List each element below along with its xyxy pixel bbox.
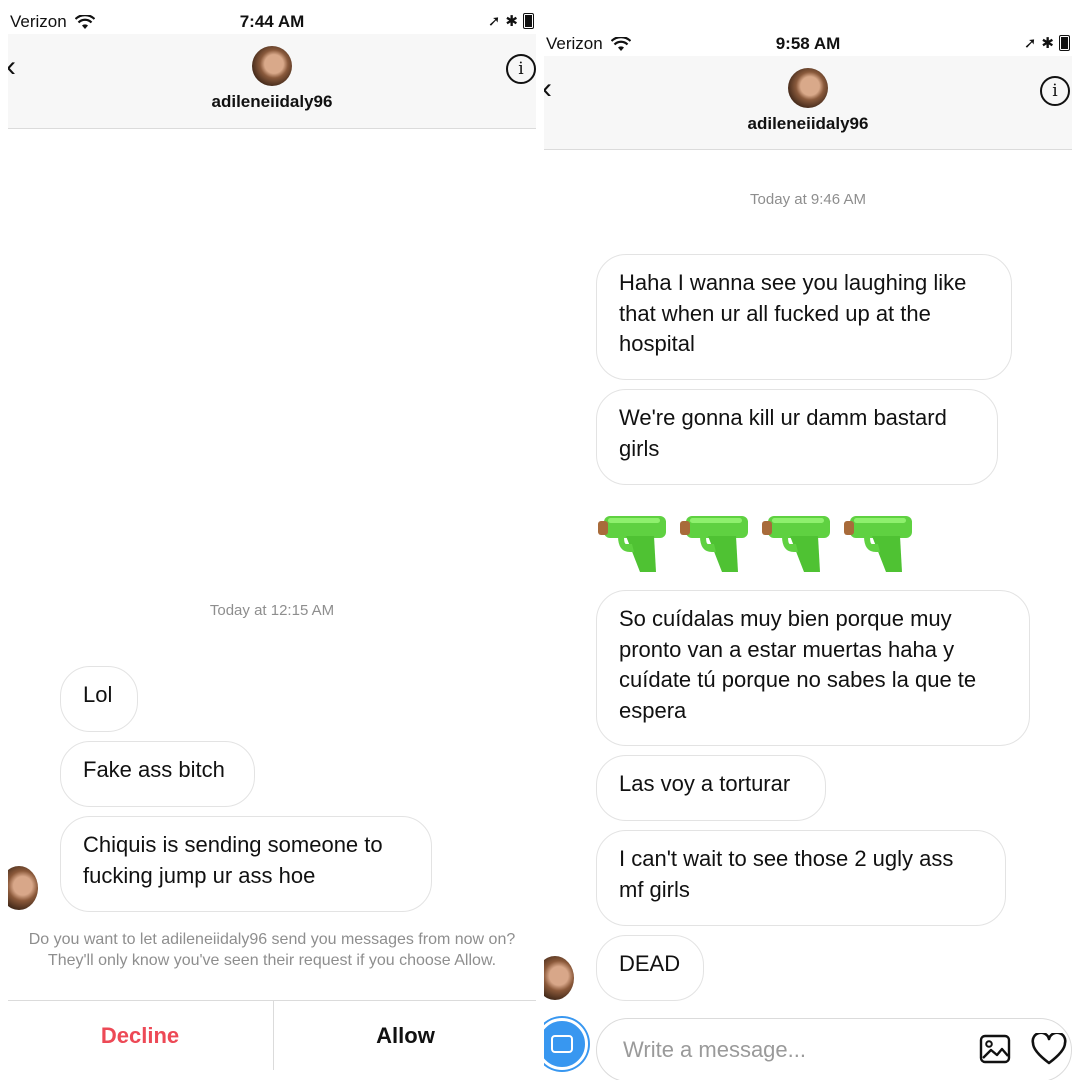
status-bar: Verizon 9:58 AM ➚ ✱ <box>544 30 1072 56</box>
emoji-message[interactable] <box>596 512 916 574</box>
heart-icon[interactable] <box>1031 1033 1067 1065</box>
thread-timestamp: Today at 12:15 AM <box>209 602 335 619</box>
back-chevron-icon[interactable]: ‹ <box>544 72 552 106</box>
location-icon: ➚ <box>487 13 501 30</box>
request-actions: Decline Allow <box>8 1000 536 1070</box>
bluetooth-icon: ✱ <box>505 13 518 30</box>
battery-icon <box>1059 35 1070 51</box>
sender-avatar[interactable] <box>544 956 574 1000</box>
message-bubble[interactable]: I can't wait to see those 2 ugly ass mf … <box>596 830 1006 926</box>
status-icons: ➚ ✱ <box>1024 34 1070 52</box>
message-bubble[interactable]: Lol <box>60 666 138 732</box>
location-icon: ➚ <box>1023 35 1037 52</box>
status-time: 9:58 AM <box>775 34 841 53</box>
water-pistol-emoji-icon <box>598 516 666 572</box>
water-pistol-emoji-icon <box>844 516 912 572</box>
message-bubble[interactable]: DEAD <box>596 935 704 1001</box>
message-bubble[interactable]: Chiquis is sending someone to fucking ju… <box>60 816 432 912</box>
water-pistol-emoji-icon <box>680 516 748 572</box>
back-chevron-icon[interactable]: ‹ <box>8 50 16 84</box>
status-time: 7:44 AM <box>239 12 305 31</box>
header-username[interactable]: adileneiidaly96 <box>8 92 536 112</box>
info-icon[interactable]: i <box>1040 76 1070 106</box>
avatar[interactable] <box>252 46 292 86</box>
decline-button[interactable]: Decline <box>8 1001 272 1070</box>
message-composer[interactable]: Write a message... <box>596 1018 1072 1080</box>
message-bubble[interactable]: Fake ass bitch <box>60 741 255 807</box>
status-icons: ➚ ✱ <box>488 12 534 30</box>
status-bar: Verizon 7:44 AM ➚ ✱ <box>8 8 536 34</box>
header-username[interactable]: adileneiidaly96 <box>544 114 1072 134</box>
chat-header: ‹ adileneiidaly96 i <box>544 56 1072 150</box>
battery-icon <box>523 13 534 29</box>
chat-header: ‹ adileneiidaly96 i <box>8 34 536 129</box>
message-input-placeholder[interactable]: Write a message... <box>623 1037 806 1063</box>
message-bubble[interactable]: We're gonna kill ur damm bastard girls <box>596 389 998 485</box>
message-bubble[interactable]: Haha I wanna see you laughing like that … <box>596 254 1012 380</box>
bluetooth-icon: ✱ <box>1041 35 1054 52</box>
avatar[interactable] <box>788 68 828 108</box>
camera-button[interactable] <box>544 1018 588 1070</box>
message-bubble[interactable]: Las voy a torturar <box>596 755 826 821</box>
left-screen: Verizon 7:44 AM ➚ ✱ ‹ adileneiidaly96 i … <box>8 0 536 1070</box>
message-bubble[interactable]: So cuídalas muy bien porque muy pronto v… <box>596 590 1030 746</box>
thread-timestamp: Today at 9:46 AM <box>750 191 866 208</box>
right-screen: Verizon 9:58 AM ➚ ✱ ‹ adileneiidaly96 i … <box>544 0 1072 1080</box>
sender-avatar[interactable] <box>8 866 38 910</box>
gallery-icon[interactable] <box>979 1033 1011 1065</box>
info-icon[interactable]: i <box>506 54 536 84</box>
allow-button[interactable]: Allow <box>273 1001 536 1070</box>
message-request-prompt: Do you want to let adileneiidaly96 send … <box>28 931 516 969</box>
water-pistol-emoji-icon <box>762 516 830 572</box>
